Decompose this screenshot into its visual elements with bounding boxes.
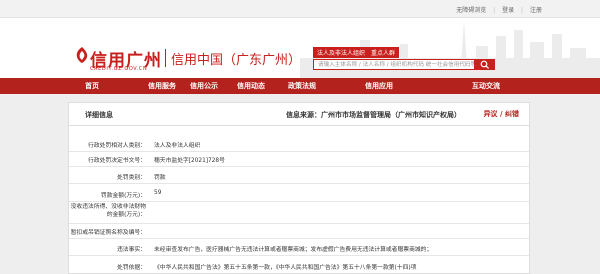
detail-row: 暂扣或吊销证照名称及编号： [69,224,529,239]
detail-header: 详细信息 信息来源：广州市市场监督管理局（广州市知识产权局） 异议 / 纠错 [69,103,529,126]
detail-title: 详细信息 [85,111,113,119]
nav-policies[interactable]: 政策法规 [278,78,326,94]
field-value: 未经审查发布广告，医疗器械广告无违法计算或者赠票商城；发布虚假广告费用无违法计算… [154,247,433,253]
field-value: 罚款 [154,175,166,181]
objection-correction-link[interactable]: 异议 / 纠错 [484,109,519,119]
nav-credit-services[interactable]: 信用服务 [138,78,186,94]
site-header: 信用广州 CREDIT.GZ.GOV.CN 信用中国（广东广州） 法人及非法人组… [0,18,600,78]
separator: | [521,7,524,14]
field-label: 处罚依据： [117,265,146,271]
accessibility-link[interactable]: 无障碍浏览 [456,7,486,14]
search-input[interactable]: 请输入主体名称 / 法人名称 / 组织机构代码 统一社会信用代码等 [313,59,475,70]
field-label: 违法事实： [117,247,146,253]
detail-row: 违法事实： 未经审查发布广告，医疗器械广告无违法计算或者赠票商城；发布虚假广告费… [69,241,529,256]
info-source: 信息来源：广州市市场监督管理局（广州市知识产权局） [286,110,461,120]
top-utility-bar: 无障碍浏览 | 登录 | 注册 [0,0,600,18]
site-subtitle: 信用中国（广东广州） [171,53,302,68]
detail-row: 处罚类别： 罚款 [69,169,529,184]
logo-divider [165,49,166,67]
login-link[interactable]: 登录 [502,7,514,14]
field-label: 行政处罚相对人类别： [88,143,146,149]
info-source-value: 广州市市场监督管理局（广州市知识产权局） [321,111,461,119]
detail-row: 罚款金额(万元)： 59 [69,187,529,202]
detail-row: 没收违法所得、没收非法财物的金额(万元)： [69,201,529,224]
field-value: 59 [154,190,162,196]
field-value: 穗天市监处字[2021]728号 [154,158,225,164]
field-label: 暂扣或吊销证照名称及编号： [70,230,146,236]
nav-credit-apps[interactable]: 信用应用 [355,78,403,94]
detail-row: 行政处罚决定书文号： 穗天市监处字[2021]728号 [69,152,529,167]
logo-emblem-icon [76,47,88,63]
info-source-label: 信息来源： [286,111,321,119]
search-tab-legal-entity[interactable]: 法人及非法人组织 [313,47,370,58]
search-tab-key-groups[interactable]: 重点人群 [367,47,400,58]
field-label: 罚款金额(万元)： [100,193,146,199]
field-label: 处罚类别： [117,175,146,181]
nav-credit-news[interactable]: 信用动态 [227,78,275,94]
search-icon [480,60,490,69]
register-link[interactable]: 注册 [530,7,542,14]
main-nav: 首页 信用服务 信用公示 信用动态 政策法规 信用应用 互动交流 [0,78,600,94]
site-logo-domain: CREDIT.GZ.GOV.CN [90,66,148,72]
top-links: 无障碍浏览 | 登录 | 注册 [451,5,542,14]
field-label: 行政处罚决定书文号： [88,158,146,164]
field-value: 法人及非法人组织 [154,143,201,149]
search-button[interactable] [475,59,495,70]
field-value: 《中华人民共和国广告法》第五十五条第一款，《中华人民共和国广告法》第五十八条第一… [154,265,417,271]
field-label: 没收违法所得、没收非法财物的金额(万元)： [70,204,146,218]
nav-home[interactable]: 首页 [68,78,116,94]
separator: | [493,7,496,14]
detail-row: 行政处罚相对人类别： 法人及非法人组织 [69,137,529,152]
nav-interaction[interactable]: 互动交流 [462,78,510,94]
detail-panel: 详细信息 信息来源：广州市市场监督管理局（广州市知识产权局） 异议 / 纠错 行… [68,102,530,274]
detail-row: 处罚依据： 《中华人民共和国广告法》第五十五条第一款，《中华人民共和国广告法》第… [69,259,529,273]
nav-credit-publicity[interactable]: 信用公示 [180,78,228,94]
